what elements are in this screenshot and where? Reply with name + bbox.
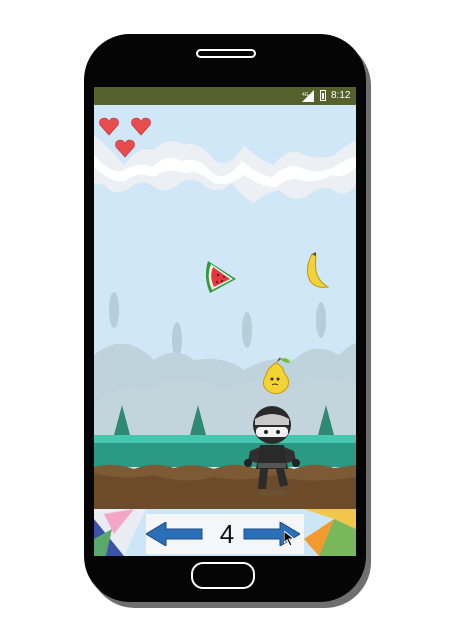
pear-icon[interactable]	[258, 357, 296, 397]
ninja-character[interactable]	[242, 405, 302, 497]
speaker-slot	[196, 49, 256, 58]
home-button[interactable]	[191, 562, 255, 589]
control-panel: 4	[146, 514, 304, 554]
heart-icon	[99, 117, 119, 136]
svg-text:4G: 4G	[302, 92, 309, 98]
heart-icon	[131, 117, 151, 136]
game-background	[94, 105, 356, 509]
status-bar: 4G 8:12	[94, 87, 356, 105]
signal-icon: 4G	[302, 90, 314, 102]
arrow-left-icon[interactable]	[146, 522, 204, 546]
game-scene[interactable]	[94, 105, 356, 509]
status-time: 8:12	[331, 90, 351, 101]
mouse-cursor-icon	[284, 531, 296, 547]
game-screen: 4G 8:12 4	[94, 87, 356, 556]
watermelon-icon[interactable]	[202, 257, 240, 297]
banana-icon[interactable]	[300, 251, 332, 291]
battery-icon	[320, 90, 326, 101]
heart-icon	[115, 139, 135, 158]
score-counter: 4	[219, 519, 235, 549]
control-bar: 4	[94, 509, 356, 556]
